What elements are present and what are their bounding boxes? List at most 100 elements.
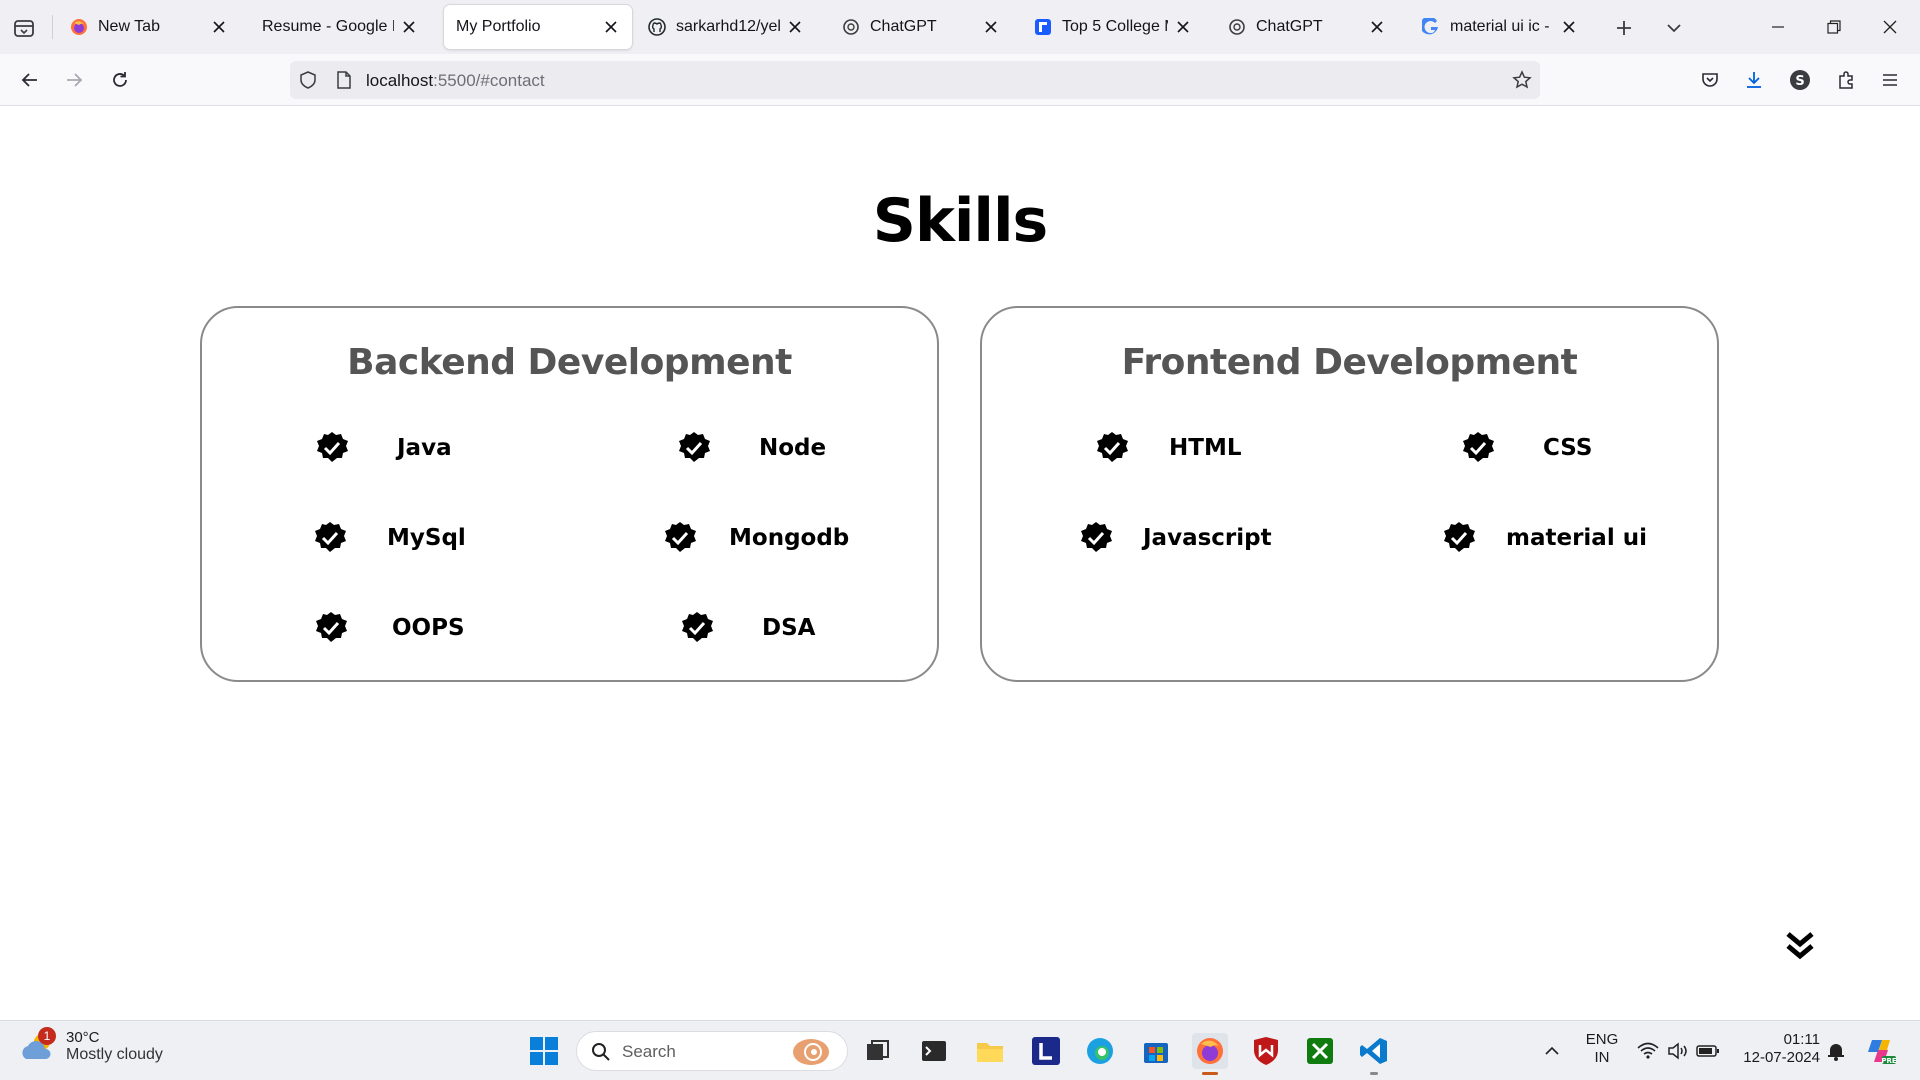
- chatgpt-icon: [842, 18, 860, 36]
- forward-button[interactable]: [58, 64, 90, 96]
- chatgpt-icon: [1228, 18, 1246, 36]
- close-tab-icon[interactable]: [1368, 18, 1386, 36]
- windows-logo-icon: [530, 1037, 558, 1065]
- start-button[interactable]: [526, 1033, 562, 1069]
- verified-check-icon: [317, 432, 348, 462]
- reload-icon: [113, 72, 127, 87]
- minimize-icon: [1772, 26, 1784, 28]
- battery-status[interactable]: [1690, 1033, 1726, 1069]
- tab-new-tab[interactable]: New Tab: [58, 5, 240, 49]
- task-view-button[interactable]: [860, 1033, 896, 1069]
- taskbar-terminal[interactable]: [916, 1033, 952, 1069]
- clock-time: 01:11: [1783, 1031, 1820, 1048]
- url-text[interactable]: localhost:5500/#contact: [366, 71, 545, 91]
- downloads-button[interactable]: [1738, 64, 1770, 96]
- search-icon: [592, 1043, 610, 1061]
- skill-item: CSS: [1461, 430, 1592, 466]
- list-all-tabs-button[interactable]: [10, 14, 38, 42]
- bookmark-star-icon[interactable]: [1512, 70, 1532, 90]
- tab-chatgpt-2[interactable]: ChatGPT: [1216, 5, 1398, 49]
- close-tab-icon[interactable]: [602, 18, 620, 36]
- taskbar: 1 30°C Mostly cloudy Search ENG IN 01:11…: [0, 1020, 1920, 1080]
- reload-button[interactable]: [104, 64, 136, 96]
- close-window-button[interactable]: [1862, 0, 1918, 54]
- tab-title: ChatGPT: [1256, 18, 1323, 35]
- input-language[interactable]: ENG IN: [1584, 1031, 1620, 1067]
- taskbar-file-explorer[interactable]: [972, 1033, 1008, 1069]
- verified-check-icon: [1463, 432, 1494, 462]
- close-tab-icon[interactable]: [786, 18, 804, 36]
- skill-item: DSA: [680, 610, 815, 646]
- show-hidden-icons-button[interactable]: [1534, 1033, 1570, 1069]
- verified-check-icon: [316, 612, 347, 642]
- close-tab-icon[interactable]: [1174, 18, 1192, 36]
- weather-widget[interactable]: 1 30°C Mostly cloudy: [20, 1027, 163, 1064]
- skill-name: material ui: [1506, 525, 1647, 551]
- clock[interactable]: 01:11 12-07-2024: [1734, 1031, 1820, 1067]
- vscode-icon: [1360, 1038, 1387, 1064]
- taskbar-app-l[interactable]: [1028, 1033, 1064, 1069]
- copilot-button[interactable]: PRE: [1862, 1033, 1898, 1069]
- menu-button[interactable]: [1874, 64, 1906, 96]
- skill-item: material ui: [1442, 520, 1647, 556]
- skill-name: Java: [397, 435, 452, 461]
- tab-my-portfolio[interactable]: My Portfolio: [444, 5, 632, 49]
- close-tab-icon[interactable]: [210, 18, 228, 36]
- taskbar-xbox[interactable]: [1302, 1033, 1338, 1069]
- tab-title: My Portfolio: [456, 18, 541, 35]
- skill-name: MySql: [387, 525, 466, 551]
- minimize-button[interactable]: [1750, 0, 1806, 54]
- tab-title: ChatGPT: [870, 18, 937, 35]
- verified-check-icon: [1444, 522, 1475, 552]
- address-bar[interactable]: localhost:5500/#contact: [290, 61, 1540, 99]
- active-app-indicator: [1202, 1072, 1218, 1075]
- weather-temperature: 30°C: [66, 1029, 100, 1046]
- wifi-icon: [1637, 1042, 1659, 1059]
- notifications-button[interactable]: [1818, 1033, 1854, 1069]
- mcafee-shield-icon: [1254, 1037, 1278, 1065]
- pocket-button[interactable]: [1694, 64, 1726, 96]
- taskbar-store[interactable]: [1138, 1033, 1174, 1069]
- extensions-button[interactable]: [1830, 64, 1862, 96]
- restore-button[interactable]: [1806, 0, 1862, 54]
- plus-icon: [1617, 21, 1631, 35]
- account-avatar-icon: S: [1790, 70, 1810, 90]
- scroll-down-chevrons-icon[interactable]: [1782, 928, 1818, 964]
- store-icon: [1144, 1043, 1168, 1063]
- taskbar-search-box[interactable]: Search: [576, 1031, 848, 1071]
- chevron-up-icon: [1545, 1046, 1559, 1055]
- close-tab-icon[interactable]: [1560, 18, 1578, 36]
- taskbar-edge[interactable]: [1082, 1033, 1118, 1069]
- verified-check-icon: [682, 612, 713, 642]
- shield-icon[interactable]: [298, 70, 318, 90]
- tab-resume[interactable]: Resume - Google Docs: [250, 5, 430, 49]
- taskbar-firefox[interactable]: [1192, 1033, 1228, 1075]
- close-tab-icon[interactable]: [400, 18, 418, 36]
- page-icon[interactable]: [334, 70, 354, 90]
- page-content: Skills Backend Development Java Node MyS…: [0, 106, 1920, 1020]
- tab-college-marketplace[interactable]: Top 5 College Marketplace: [1022, 5, 1204, 49]
- skill-item: Mongodb: [663, 520, 849, 556]
- taskbar-vscode[interactable]: [1356, 1033, 1392, 1075]
- back-button[interactable]: [14, 64, 46, 96]
- skill-card-frontend: Frontend Development HTML CSS Javascript…: [980, 306, 1719, 682]
- tab-chatgpt-1[interactable]: ChatGPT: [830, 5, 1012, 49]
- tab-title: sarkarhd12/yelpcamp: [676, 18, 780, 35]
- skill-item: Javascript: [1079, 520, 1272, 556]
- copilot-icon: PRE: [1868, 1040, 1896, 1065]
- new-tab-button[interactable]: [1610, 14, 1638, 42]
- folder-icon: [977, 1043, 1003, 1062]
- close-icon: [1883, 20, 1897, 34]
- account-button[interactable]: S: [1784, 64, 1816, 96]
- tab-google-search[interactable]: material ui ic - Google Search: [1410, 5, 1590, 49]
- language-code: ENG: [1585, 1031, 1619, 1048]
- skill-item: OOPS: [314, 610, 465, 646]
- close-tab-icon[interactable]: [982, 18, 1000, 36]
- list-tabs-button[interactable]: [1660, 14, 1688, 42]
- tab-title: material ui ic - Google Search: [1450, 18, 1554, 35]
- firefox-icon: [70, 18, 88, 36]
- terminal-icon: [922, 1041, 946, 1061]
- taskbar-mcafee[interactable]: [1248, 1033, 1284, 1069]
- tab-github[interactable]: sarkarhd12/yelpcamp: [636, 5, 816, 49]
- tab-title: Top 5 College Marketplace: [1062, 18, 1168, 35]
